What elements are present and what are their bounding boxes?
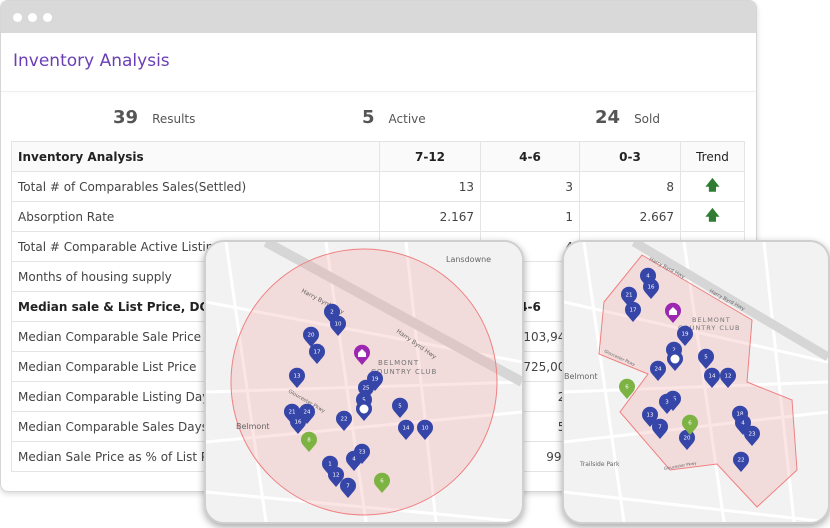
pin-label: 13: [294, 374, 301, 380]
pin-label: 17: [314, 350, 321, 356]
pin-label: 4: [352, 457, 356, 463]
page-title: Inventory Analysis: [13, 51, 170, 71]
pin-label: 12: [725, 374, 732, 380]
pin-label: 23: [749, 432, 756, 438]
pin-label: 22: [738, 458, 745, 464]
pin-label: 1: [328, 462, 332, 468]
pin-label: 12: [333, 473, 340, 479]
pin-label: 22: [341, 417, 348, 423]
table-header: Inventory Analysis 7-12 4-6 0-3 Trend: [11, 141, 745, 172]
row-label: Absorption Rate: [11, 201, 380, 232]
cell-value: 13: [379, 171, 481, 202]
pin-label: 20: [308, 333, 315, 339]
heart-icon: [359, 404, 369, 414]
column-header: 4-6: [480, 141, 580, 172]
pin-label: 25: [363, 386, 370, 392]
polygon-map[interactable]: Harry Byrd Hwy Harry Byrd Hwy Belmont Trail…: [562, 240, 830, 524]
arrow-up-icon: 🡅: [680, 201, 745, 232]
pin-label: 20: [684, 436, 691, 442]
pin-label: 2: [330, 310, 334, 316]
column-header: Trend: [680, 141, 745, 172]
heart-icon: [670, 354, 680, 364]
pin-label: 6: [380, 479, 384, 485]
stat-label: Active: [388, 112, 426, 126]
pin-label: 24: [655, 367, 662, 373]
pin-label: 19: [372, 377, 379, 383]
pin-label: 16: [648, 285, 655, 291]
pin-label: 13: [647, 413, 654, 419]
map-label: Belmont: [564, 372, 598, 381]
divider: [1, 91, 756, 92]
map-label: Belmont: [236, 422, 270, 431]
stat-results: 39 Results: [113, 107, 195, 128]
pin-label: 10: [335, 322, 342, 328]
pin-label: 5: [704, 355, 708, 361]
stat-value: 39: [113, 107, 139, 128]
arrow-up-icon: 🡅: [680, 171, 745, 202]
stat-active: 5 Active: [362, 107, 426, 128]
stat-value: 5: [362, 107, 375, 128]
pin-label: 19: [682, 332, 689, 338]
stat-label: Results: [152, 112, 196, 126]
column-header: 0-3: [579, 141, 681, 172]
cell-value: 2.667: [579, 201, 681, 232]
stat-label: Sold: [634, 112, 660, 126]
pin-label: 7: [658, 425, 662, 431]
stat-value: 24: [595, 107, 621, 128]
column-header: Inventory Analysis: [11, 141, 380, 172]
window-dot-icon[interactable]: [43, 12, 52, 22]
stat-sold: 24 Sold: [595, 107, 660, 128]
table-row: Absorption Rate 2.167 1 2.667 🡅: [11, 201, 745, 232]
pin-label: 4: [741, 421, 745, 427]
pin-label: 14: [403, 426, 410, 432]
map-label: Trailside Park: [579, 461, 620, 468]
pin-label: 16: [295, 420, 302, 426]
window-dot-icon[interactable]: [13, 12, 22, 22]
pin-label: 6: [625, 385, 629, 391]
pin-label: 6: [688, 421, 692, 427]
column-header: 7-12: [379, 141, 481, 172]
pin-label: 5: [398, 404, 402, 410]
pin-label: 3: [665, 400, 669, 406]
table-row: Total # of Comparables Sales(Settled) 13 3…: [11, 171, 745, 202]
window-dot-icon[interactable]: [28, 12, 37, 22]
map-label: Lansdowne: [446, 255, 491, 264]
cell-value: 1: [480, 201, 580, 232]
pin-label: 8: [307, 438, 311, 444]
cell-value: 3: [480, 171, 580, 202]
pin-label: 21: [626, 293, 633, 299]
pin-label: 17: [630, 308, 637, 314]
row-label: Total # of Comparables Sales(Settled): [11, 171, 380, 202]
pin-label: 4: [646, 274, 650, 280]
radius-map[interactable]: Harry Byrd Hwy Harry Byrd Hwy Lansdowne Bel…: [204, 240, 524, 524]
pin-label: 24: [304, 410, 311, 416]
title-bar: [1, 1, 756, 33]
pin-label: 7: [346, 484, 350, 490]
cell-value: 2.167: [379, 201, 481, 232]
cell-value: 8: [579, 171, 681, 202]
pin-label: 14: [709, 374, 716, 380]
pin-label: 10: [422, 426, 429, 432]
